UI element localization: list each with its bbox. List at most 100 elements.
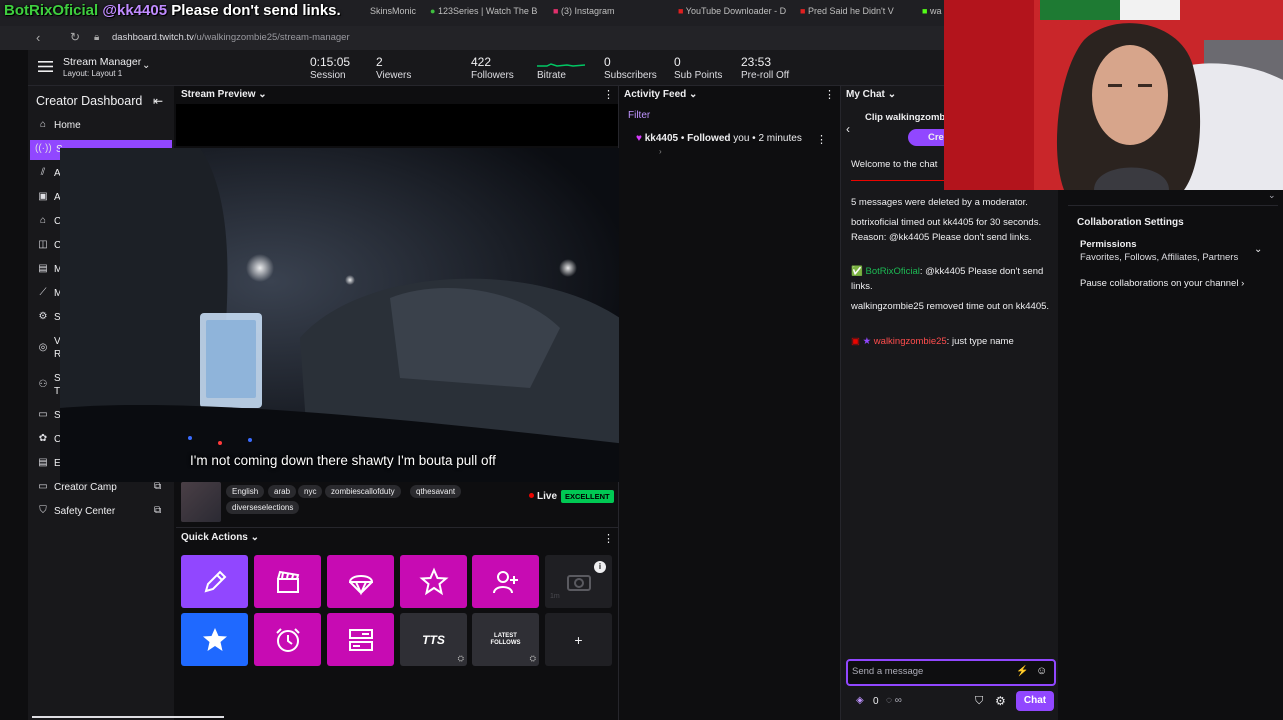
preview-top-black — [176, 104, 618, 146]
url-field[interactable]: dashboard.twitch.tv/u/walkingzombie25/st… — [112, 32, 350, 43]
quick-actions-header[interactable]: Quick Actions ⌄ — [181, 532, 259, 550]
menu-icon[interactable] — [38, 60, 53, 73]
broadcast-icon: ((·)) — [35, 143, 52, 154]
tab-kick[interactable]: ■ wa — [922, 6, 941, 20]
chat-input-box: ⚡ ☺ — [846, 659, 1056, 686]
tag-nyc[interactable]: nyc — [298, 485, 323, 498]
analytics-icon: ⫽ — [40, 167, 46, 178]
latest-follows-button[interactable]: LATEST FOLLOWS ⛭ — [472, 613, 539, 666]
chevron-down-icon[interactable]: ⌄ — [1254, 244, 1262, 255]
clip-title: Clip walkingzomb — [865, 112, 946, 123]
verified-badge-icon: ✅ — [851, 266, 863, 277]
tab-pred[interactable]: ■ Pred Said he Didn't V — [800, 6, 894, 20]
chat-message: 5 messages were deleted by a moderator. — [851, 197, 1028, 208]
more-options-icon[interactable]: ⋮ — [603, 88, 614, 101]
live-indicator: Live — [529, 491, 557, 502]
tag-zombiescallofduty[interactable]: zombiescallofduty — [325, 485, 401, 498]
tag-arab[interactable]: arab — [268, 485, 297, 498]
pause-collaborations-link[interactable]: Pause collaborations on your channel › — [1080, 278, 1244, 289]
collaboration-title: Collaboration Settings — [1077, 217, 1184, 228]
more-options-icon[interactable]: ⋮ — [816, 133, 827, 146]
tab-youtube-downloader[interactable]: ■ YouTube Downloader - D — [678, 6, 786, 20]
activity-feed-panel — [619, 86, 840, 720]
my-chat-header[interactable]: My Chat ⌄ — [846, 89, 896, 107]
sidebar-item-home[interactable]: ⌂ Home — [28, 116, 174, 136]
chevron-down-icon[interactable]: ⌄ — [142, 60, 150, 71]
highlight-button[interactable] — [400, 555, 467, 608]
broadcaster-badge-icon: ▣ — [851, 336, 860, 347]
webcam-overlay — [944, 0, 1283, 190]
add-user-button[interactable] — [472, 555, 539, 608]
reload-icon[interactable]: ↻ — [70, 30, 80, 44]
info-icon[interactable]: i — [594, 561, 606, 573]
back-arrow-icon[interactable]: ‹ — [846, 122, 850, 136]
safety-center-icon: ⛉ — [39, 505, 47, 516]
stat-sub-points: 0 Sub Points — [674, 55, 723, 81]
clapperboard-icon — [276, 570, 299, 593]
claim-icon[interactable]: ◌ ∞ — [886, 695, 902, 706]
stream-video-preview[interactable] — [60, 148, 662, 482]
emote-icon[interactable]: ☺ — [1036, 665, 1047, 677]
points-count: 0 — [873, 696, 879, 707]
permissions-value[interactable]: Favorites, Follows, Affiliates, Partners — [1080, 252, 1238, 263]
collapse-arrow-icon[interactable]: ⇤ — [153, 94, 163, 108]
monetization-icon: ▤ — [38, 263, 48, 274]
stream-health-badge: EXCELLENT — [561, 490, 614, 503]
chevron-down-icon: ⌄ — [258, 89, 267, 100]
bits-icon[interactable]: ⚡ — [1016, 666, 1028, 677]
chevron-right-icon: › — [659, 147, 662, 156]
tag-diverseselections[interactable]: diverseselections — [226, 501, 300, 514]
sidebar-title: Creator Dashboard — [36, 94, 143, 108]
chat-message: botrixoficial timed out kk4405 for 30 se… — [851, 217, 1042, 243]
favorite-button[interactable] — [181, 613, 248, 666]
youtube-tab-icon: ■ — [800, 6, 806, 16]
add-quick-action-button[interactable]: + — [545, 613, 612, 666]
shield-icon[interactable]: ⛉ — [975, 695, 983, 708]
chevron-down-icon: ⌄ — [689, 89, 698, 100]
more-options-icon[interactable]: ⋮ — [603, 532, 614, 545]
stream-manager-title: Stream Manager — [63, 56, 142, 68]
back-arrow-icon[interactable]: ‹ — [36, 30, 40, 45]
youtube-tab-icon: ■ — [678, 6, 684, 16]
channel-points-icon[interactable]: ◈ — [856, 695, 864, 706]
stream-together-icon: ⚇ — [38, 379, 48, 390]
stat-followers: 422 Followers — [471, 55, 514, 81]
reward-timer-button[interactable] — [254, 613, 321, 666]
clip-button[interactable] — [254, 555, 321, 608]
star-badge-icon: ★ — [862, 336, 872, 347]
prediction-button[interactable] — [327, 555, 394, 608]
send-chat-button[interactable]: Chat — [1016, 691, 1054, 711]
home-icon: ⌂ — [39, 119, 47, 130]
tab-instagram[interactable]: ■ (3) Instagram — [553, 6, 614, 20]
tag-qthesavant[interactable]: qthesavant — [410, 485, 462, 498]
video-icon: ▭ — [38, 409, 48, 420]
chat-overlay-message: BotRixOficial @kk4405 Please don't send … — [4, 2, 341, 19]
chat-message-input[interactable] — [852, 666, 1012, 677]
tts-button[interactable]: TTS ⛭ — [400, 613, 467, 666]
edit-stream-info-button[interactable] — [181, 555, 248, 608]
tab-skins[interactable]: SkinsMonic — [370, 6, 416, 20]
stream-thumbnail[interactable] — [181, 482, 221, 522]
extensions-icon: ✿ — [38, 433, 48, 444]
moderation-icon: ⟋ — [39, 287, 47, 298]
layout-icon — [348, 628, 373, 651]
stat-subscribers: 0 Subscribers — [604, 55, 657, 81]
more-options-icon[interactable]: ⋮ — [824, 88, 835, 101]
activity-item-follow[interactable]: ♥ kk4405 • Followed you • 2 minutes — [636, 133, 802, 144]
layout-button[interactable] — [327, 613, 394, 666]
camera-disabled-button[interactable]: 1m i — [545, 555, 612, 608]
chevron-right-icon: › — [1241, 278, 1245, 289]
chat-message: walkingzombie25 removed time out on kk44… — [851, 301, 1050, 312]
settings-icon: ⚙ — [38, 311, 48, 322]
tts-icon: TTS — [422, 632, 445, 647]
activity-filter-button[interactable]: Filter — [628, 110, 650, 121]
plus-icon: + — [574, 631, 583, 648]
gear-icon[interactable]: ⚙ — [995, 694, 1006, 708]
sidebar-item-safety-center[interactable]: ⛉ Safety Center ⧉ — [28, 502, 174, 522]
activity-feed-header[interactable]: Activity Feed ⌄ — [624, 89, 697, 107]
tag-english[interactable]: English — [226, 485, 265, 498]
divider — [851, 180, 947, 181]
pencil-icon — [204, 570, 226, 592]
tab-123series[interactable]: ● 123Series | Watch The B — [430, 6, 537, 20]
scrollbar[interactable] — [32, 716, 224, 718]
